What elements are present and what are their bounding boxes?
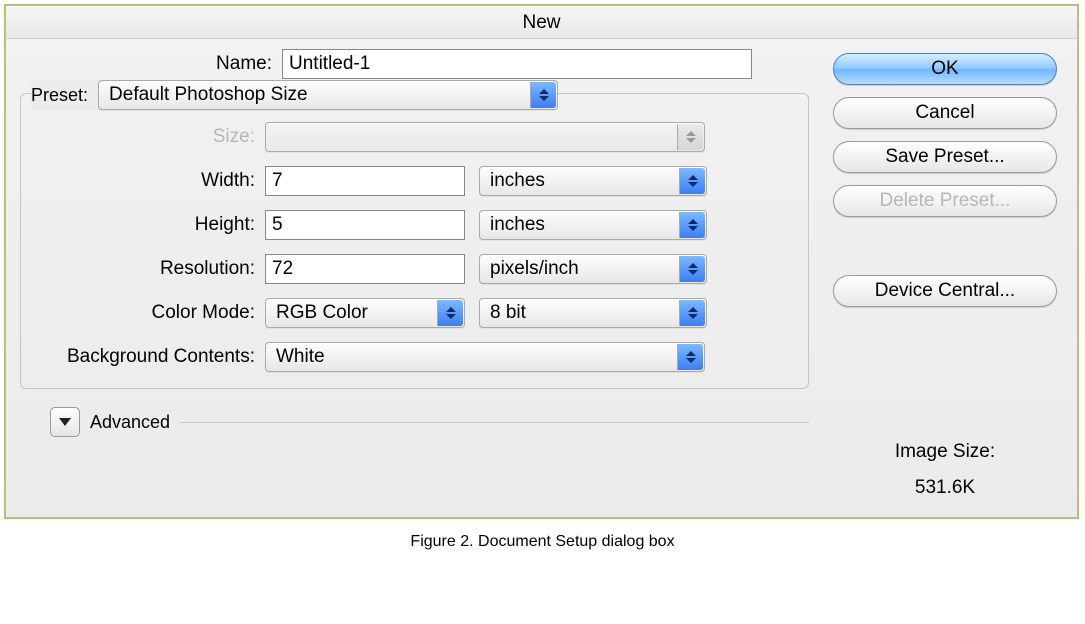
delete-preset-button: Delete Preset... bbox=[833, 185, 1057, 217]
size-select bbox=[265, 122, 705, 152]
image-size-value: 531.6K bbox=[895, 477, 995, 499]
cancel-button[interactable]: Cancel bbox=[833, 97, 1057, 129]
height-unit-select[interactable]: inches bbox=[479, 210, 707, 240]
figure-frame: New Name: Preset: Default Photoshop Size bbox=[4, 4, 1079, 519]
stepper-icon bbox=[679, 168, 705, 194]
advanced-label: Advanced bbox=[90, 412, 170, 433]
colordepth-value: 8 bit bbox=[490, 302, 526, 324]
divider bbox=[180, 422, 809, 423]
stepper-icon bbox=[530, 82, 556, 108]
colormode-label: Color Mode: bbox=[35, 302, 265, 324]
name-label: Name: bbox=[20, 53, 282, 75]
stepper-icon bbox=[679, 212, 705, 238]
stepper-icon bbox=[679, 300, 705, 326]
stepper-icon bbox=[677, 124, 703, 150]
bgcontents-label: Background Contents: bbox=[35, 346, 265, 368]
stepper-icon bbox=[679, 256, 705, 282]
preset-fieldset: Preset: Default Photoshop Size Size: bbox=[20, 93, 809, 389]
width-label: Width: bbox=[35, 170, 265, 192]
colormode-select[interactable]: RGB Color bbox=[265, 298, 465, 328]
resolution-unit-value: pixels/inch bbox=[490, 258, 579, 280]
width-unit-value: inches bbox=[490, 170, 545, 192]
resolution-input[interactable] bbox=[265, 254, 465, 284]
width-input[interactable] bbox=[265, 166, 465, 196]
height-unit-value: inches bbox=[490, 214, 545, 236]
resolution-label: Resolution: bbox=[35, 258, 265, 280]
bgcontents-select[interactable]: White bbox=[265, 342, 705, 372]
width-unit-select[interactable]: inches bbox=[479, 166, 707, 196]
bgcontents-value: White bbox=[276, 346, 325, 368]
preset-label: Preset: bbox=[31, 85, 88, 106]
resolution-unit-select[interactable]: pixels/inch bbox=[479, 254, 707, 284]
image-size-label: Image Size: bbox=[895, 441, 995, 463]
stepper-icon bbox=[437, 300, 463, 326]
figure-caption: Figure 2. Document Setup dialog box bbox=[4, 519, 1081, 555]
preset-select[interactable]: Default Photoshop Size bbox=[98, 80, 558, 110]
device-central-button[interactable]: Device Central... bbox=[833, 275, 1057, 307]
triangle-down-icon bbox=[59, 418, 71, 426]
save-preset-button[interactable]: Save Preset... bbox=[833, 141, 1057, 173]
height-label: Height: bbox=[35, 214, 265, 236]
name-input[interactable] bbox=[282, 49, 752, 79]
preset-value: Default Photoshop Size bbox=[109, 84, 308, 106]
colormode-value: RGB Color bbox=[276, 302, 368, 324]
stepper-icon bbox=[677, 344, 703, 370]
ok-button[interactable]: OK bbox=[833, 53, 1057, 85]
colordepth-select[interactable]: 8 bit bbox=[479, 298, 707, 328]
height-input[interactable] bbox=[265, 210, 465, 240]
size-label: Size: bbox=[35, 126, 265, 148]
advanced-disclosure-button[interactable] bbox=[50, 407, 80, 437]
new-document-dialog: New Name: Preset: Default Photoshop Size bbox=[5, 5, 1078, 518]
dialog-title: New bbox=[6, 6, 1077, 39]
